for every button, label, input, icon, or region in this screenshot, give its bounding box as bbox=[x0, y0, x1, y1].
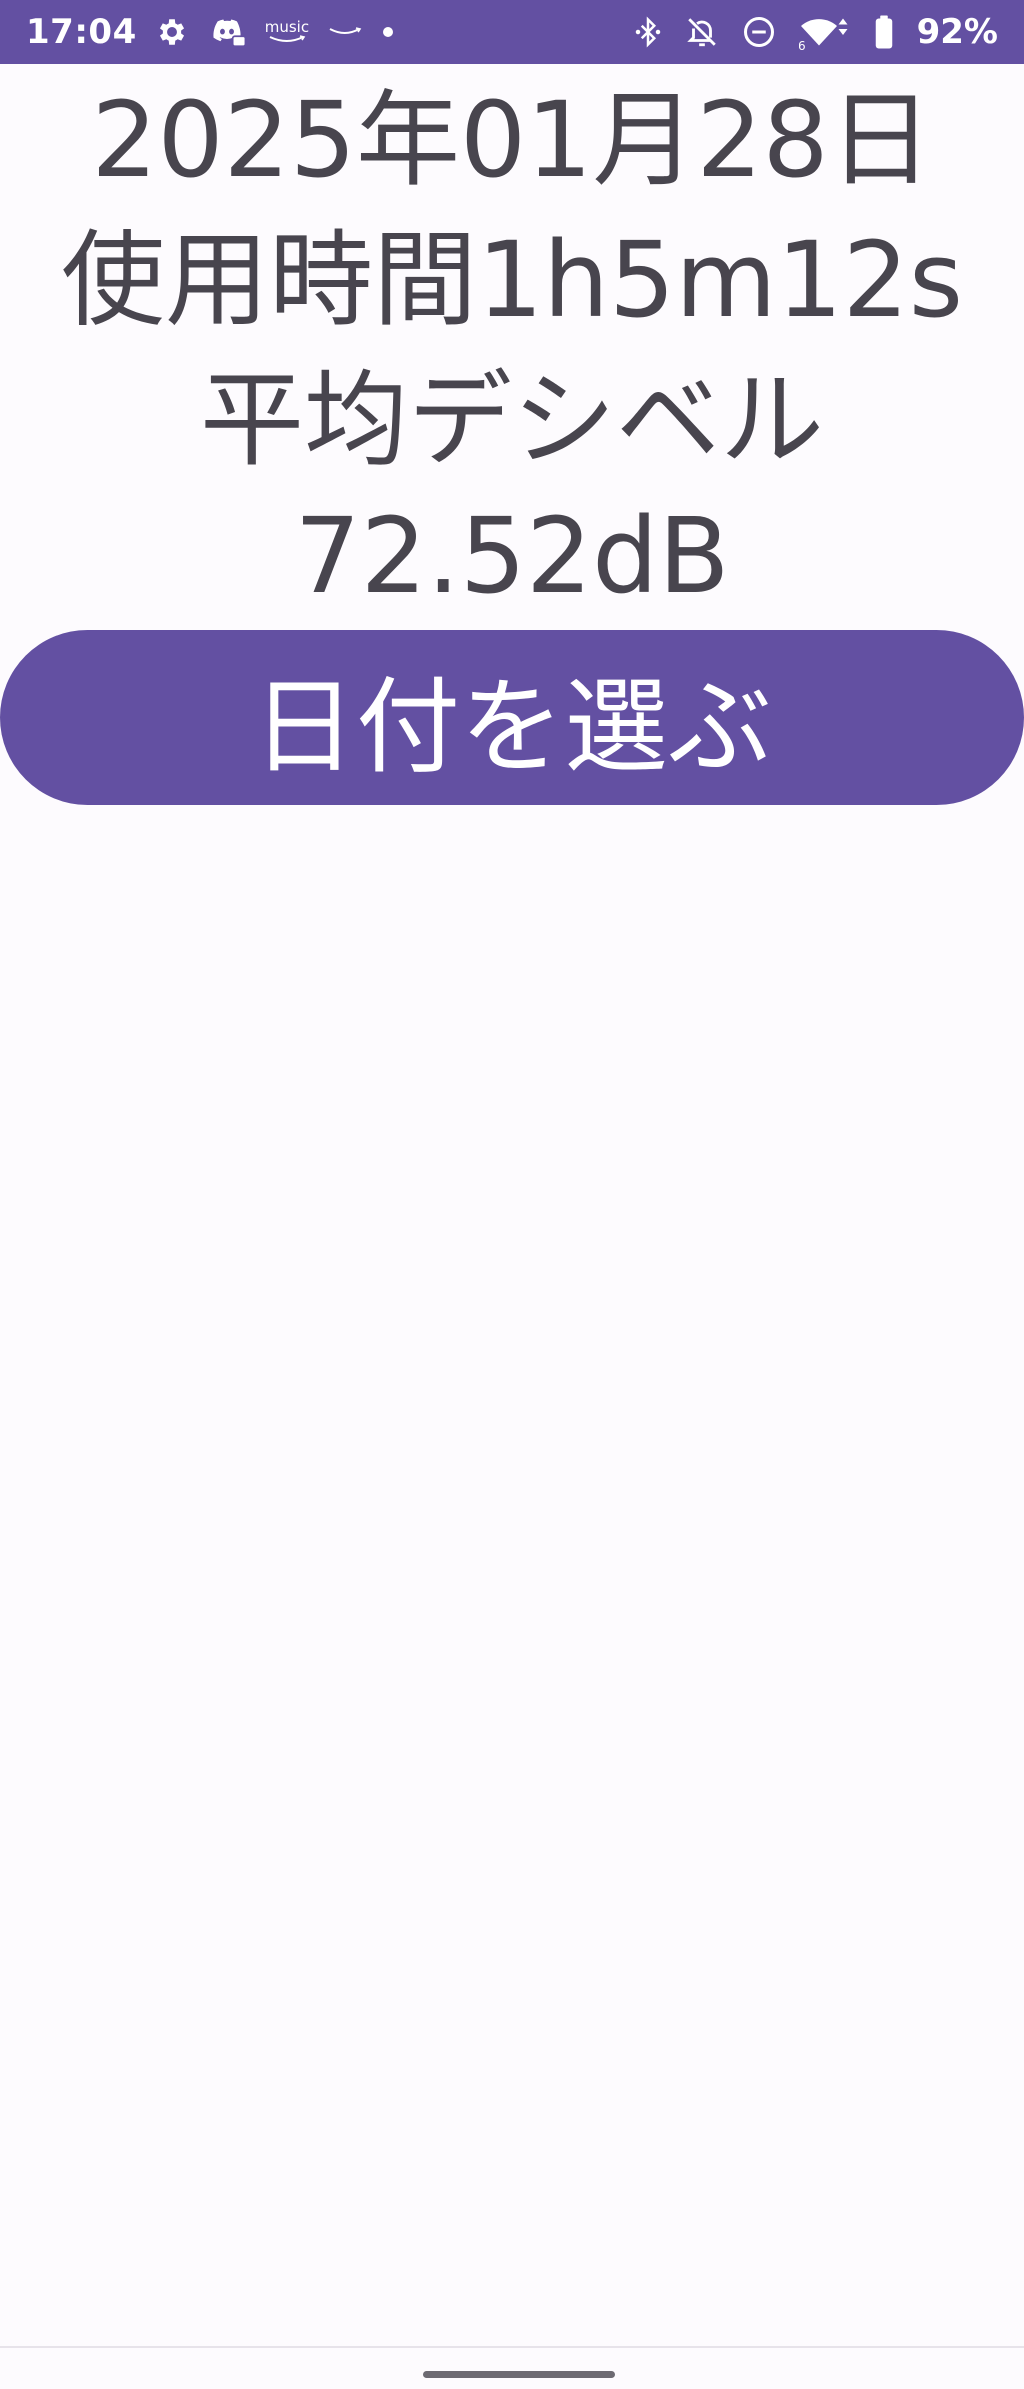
status-bar: 17:04 music 92% bbox=[0, 0, 1024, 64]
navigation-divider bbox=[0, 2346, 1024, 2348]
status-left-group: 17:04 music bbox=[26, 12, 395, 52]
status-right-group: 6 92% bbox=[633, 12, 998, 52]
amazon-icon bbox=[327, 25, 363, 39]
average-decibel-label: 平均デシベル bbox=[199, 359, 824, 481]
notification-dot-icon bbox=[381, 25, 395, 39]
bluetooth-icon bbox=[633, 14, 663, 50]
selected-date: 2025年01月28日 bbox=[91, 79, 933, 201]
main-content: 2025年01月28日 使用時間1h5m12s 平均デシベル 72.52dB bbox=[0, 64, 1024, 608]
wifi-icon: 6 bbox=[799, 14, 851, 50]
amazon-music-icon: music bbox=[265, 19, 309, 45]
status-time: 17:04 bbox=[26, 12, 137, 52]
discord-icon bbox=[207, 15, 247, 49]
bell-off-icon bbox=[685, 14, 719, 50]
gear-icon bbox=[155, 15, 189, 49]
battery-percentage: 92% bbox=[916, 12, 998, 52]
svg-text:6: 6 bbox=[799, 39, 806, 50]
battery-icon bbox=[873, 14, 895, 50]
do-not-disturb-icon bbox=[741, 14, 777, 50]
gesture-navigation-handle[interactable] bbox=[423, 2371, 615, 2378]
pick-date-button-label: 日付を選ぶ bbox=[251, 670, 772, 786]
usage-time: 使用時間1h5m12s bbox=[60, 219, 964, 341]
pick-date-button[interactable]: 日付を選ぶ bbox=[0, 630, 1024, 805]
average-decibel-value: 72.52dB bbox=[294, 495, 730, 617]
